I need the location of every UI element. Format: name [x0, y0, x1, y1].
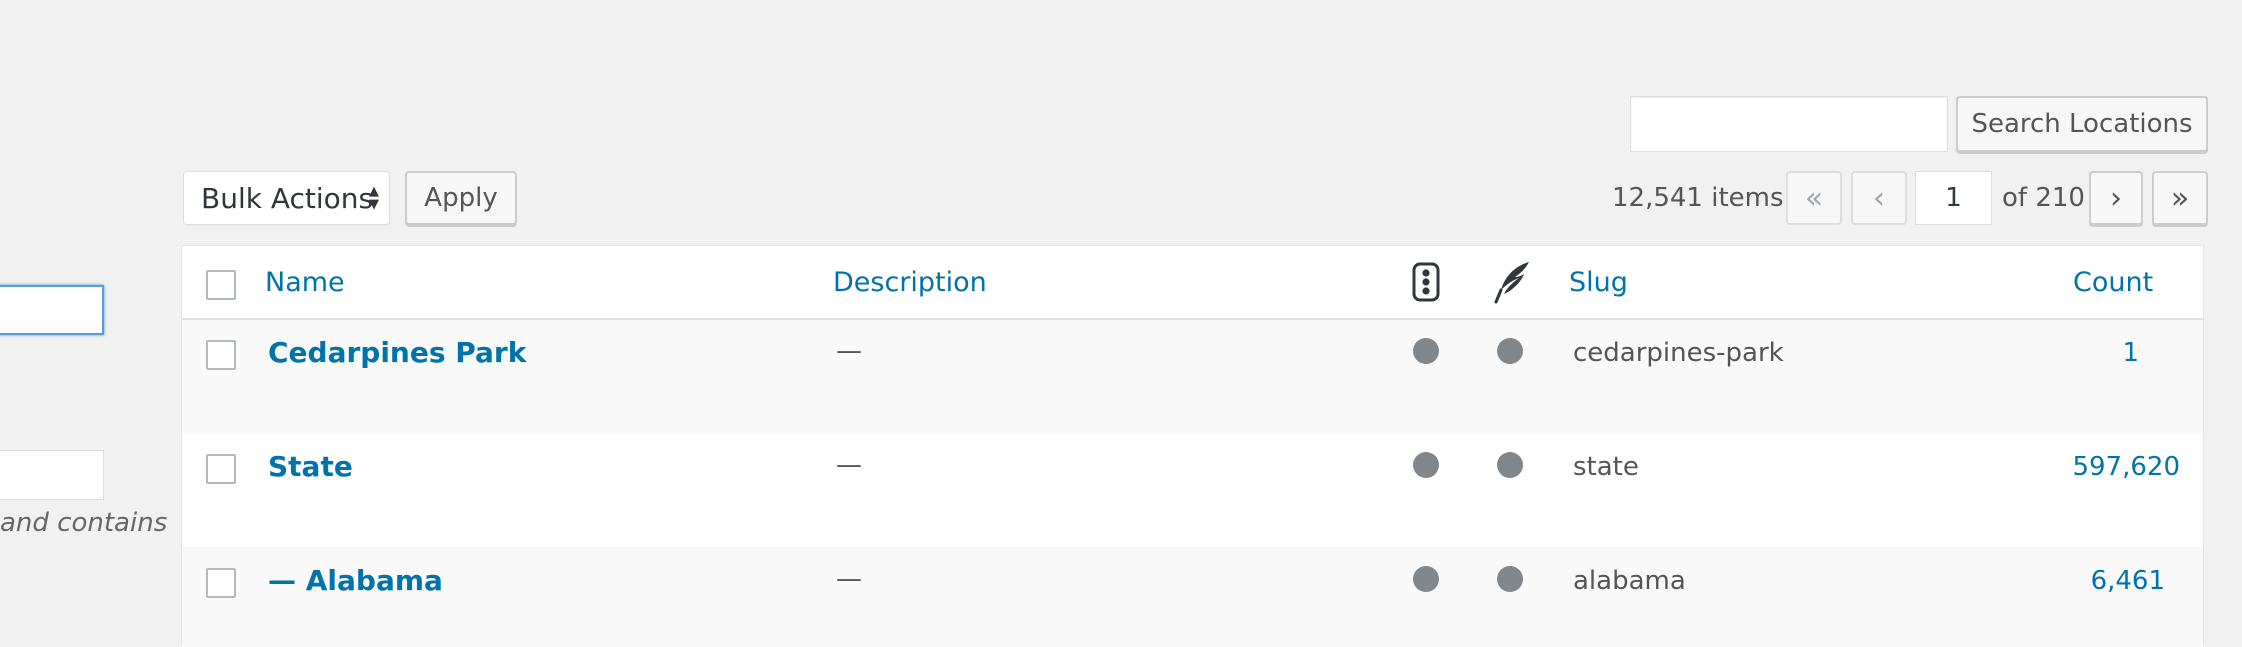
row-name-link[interactable]: State	[268, 450, 353, 483]
row-description: —	[836, 564, 862, 594]
last-page-button[interactable]: »	[2152, 171, 2208, 225]
column-header-count[interactable]: Count	[2073, 267, 2153, 298]
feather-icon	[1493, 260, 1531, 304]
bulk-actions-value: Bulk Actions	[201, 181, 374, 215]
row-name-link[interactable]: — Alabama	[268, 564, 443, 597]
column-header-description[interactable]: Description	[833, 267, 987, 298]
row-checkbox[interactable]	[206, 568, 236, 598]
table-row: State — state 597,620	[182, 433, 2203, 547]
select-arrows-icon: ▲ ▼	[369, 184, 379, 212]
left-focused-input[interactable]	[0, 285, 104, 335]
row-description: —	[836, 336, 862, 366]
row-name-link[interactable]: Cedarpines Park	[268, 336, 526, 369]
search-locations-button[interactable]: Search Locations	[1956, 96, 2208, 152]
left-input[interactable]	[0, 450, 104, 500]
row-checkbox[interactable]	[206, 454, 236, 484]
row-count-link[interactable]: 1	[2122, 338, 2139, 368]
row-slug: state	[1573, 452, 1639, 482]
prev-page-button[interactable]: ‹	[1851, 171, 1907, 225]
row-slug: cedarpines-park	[1573, 338, 1784, 368]
status-dot	[1497, 452, 1523, 478]
bulk-actions-select[interactable]: Bulk Actions ▲ ▼	[183, 171, 390, 225]
status-dot	[1497, 566, 1523, 592]
first-page-button[interactable]: «	[1786, 171, 1842, 225]
total-pages-text: of 210	[2002, 183, 2085, 213]
row-slug: alabama	[1573, 566, 1686, 596]
status-dot	[1413, 452, 1439, 478]
column-header-name[interactable]: Name	[265, 267, 345, 298]
row-description: —	[836, 450, 862, 480]
next-page-button[interactable]: ›	[2089, 171, 2143, 225]
filter-hint-text: and contains	[0, 508, 168, 538]
row-checkbox[interactable]	[206, 340, 236, 370]
row-count-link[interactable]: 597,620	[2072, 452, 2180, 482]
status-dot	[1413, 338, 1439, 364]
row-count-link[interactable]: 6,461	[2091, 566, 2165, 596]
select-all-checkbox[interactable]	[206, 270, 236, 300]
status-dot	[1497, 338, 1523, 364]
current-page-input[interactable]: 1	[1915, 171, 1992, 225]
column-header-slug[interactable]: Slug	[1569, 267, 1628, 298]
items-count: 12,541 items	[1612, 183, 1784, 213]
status-dot	[1413, 566, 1439, 592]
apply-button[interactable]: Apply	[405, 171, 517, 225]
locations-table: Name Description Slug Count Cedarpines P…	[181, 245, 2204, 647]
traffic-light-icon	[1411, 262, 1441, 302]
table-row: — Alabama — alabama 6,461	[182, 547, 2203, 647]
table-row: Cedarpines Park — cedarpines-park 1	[182, 320, 2203, 433]
search-input[interactable]	[1630, 96, 1948, 152]
